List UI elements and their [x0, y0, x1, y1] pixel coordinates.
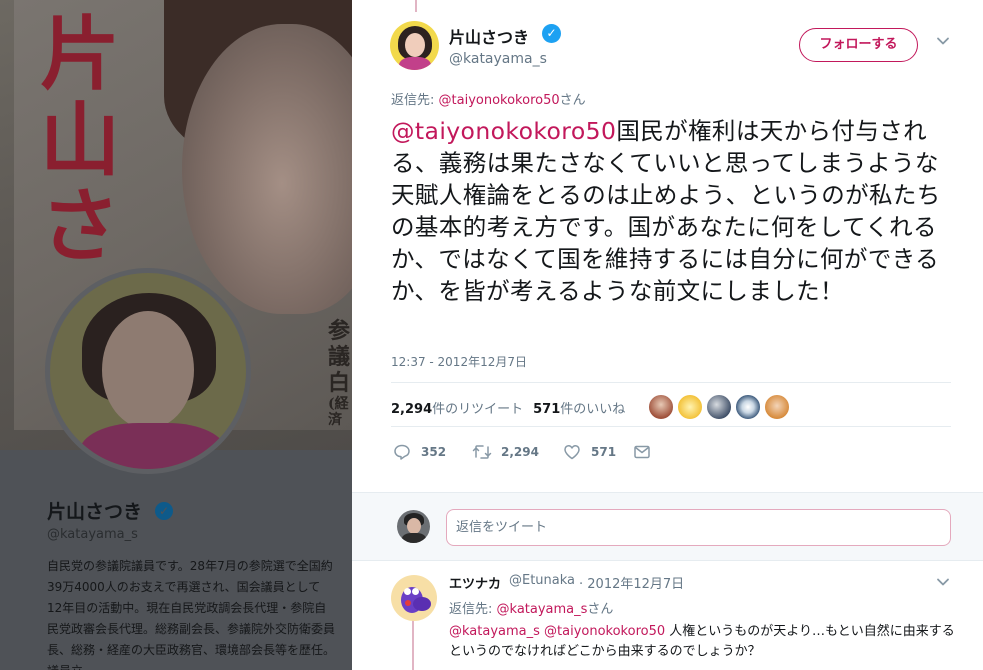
tweet-text: @taiyonokokoro50国民が権利は天から付与される、義務は果たさなくて…: [391, 115, 959, 307]
liker-avatar[interactable]: [735, 394, 761, 420]
profile-background: 片 山 さ 参議 白 (経済 片山さつき ✓ @katayama_s 自民党の参…: [0, 0, 352, 670]
reply-action[interactable]: 352: [393, 443, 453, 461]
liker-avatar[interactable]: [764, 394, 790, 420]
like-count: 571: [591, 445, 617, 459]
reply-author-handle[interactable]: @Etunaka: [509, 573, 575, 588]
direct-message-action[interactable]: [633, 443, 653, 461]
avatar-face-shape: [102, 311, 194, 429]
profile-avatar[interactable]: [45, 268, 251, 474]
tweet-body: 国民が権利は天から付与される、義務は果たさなくていいと思ってしまうような天賦人権…: [391, 117, 941, 305]
reply-to-mention-link[interactable]: @taiyonokokoro50: [439, 93, 560, 108]
banner-caption-line: 参議: [328, 318, 351, 370]
avatar-clothing-shape: [399, 57, 431, 70]
avatar-clothing-shape: [402, 533, 426, 543]
message-icon: [634, 445, 650, 459]
avatar-eye-shape: [412, 588, 419, 595]
retweet-stat-count[interactable]: 2,294: [391, 402, 432, 417]
author-avatar[interactable]: [390, 21, 439, 70]
author-handle[interactable]: @katayama_s: [449, 51, 547, 67]
tweet-stats: 2,294件のリツイート 571件のいいね: [391, 398, 625, 417]
reply-date-text[interactable]: 2012年12月7日: [587, 577, 684, 592]
reply-input[interactable]: 返信をツイート: [446, 509, 951, 546]
avatar-clothing-shape: [80, 423, 226, 469]
avatar-face-shape: [405, 33, 425, 57]
like-action[interactable]: 571: [563, 443, 623, 461]
thread-line: [415, 0, 417, 12]
divider: [391, 426, 951, 427]
like-stat-count[interactable]: 571: [533, 402, 560, 417]
avatar-eye-shape: [404, 588, 411, 595]
reply-reply-to-line: 返信先: @katayama_sさん: [449, 598, 613, 617]
avatar-face-shape: [407, 518, 421, 534]
reply-to-suffix: さん: [559, 93, 586, 108]
current-user-avatar: [397, 510, 430, 543]
reply-mentions-link[interactable]: @katayama_s @taiyonokokoro50: [449, 624, 665, 639]
banner-kanji-3: さ: [40, 179, 120, 273]
tweet-mention-link[interactable]: @taiyonokokoro50: [391, 117, 616, 145]
avatar-spot-shape: [405, 600, 411, 606]
banner-caption-line: (経済: [328, 396, 349, 428]
verified-badge-icon: ✓: [155, 502, 173, 520]
retweet-count: 2,294: [501, 445, 539, 459]
profile-handle[interactable]: @katayama_s: [47, 527, 138, 542]
reply-author-name[interactable]: エツナカ: [449, 573, 501, 592]
reply-to-line: 返信先: @taiyonokokoro50さん: [391, 89, 586, 108]
follow-button[interactable]: フォローする: [799, 28, 918, 62]
thread-line: [412, 620, 414, 670]
chevron-down-icon[interactable]: [936, 575, 950, 589]
banner-caption-line: 白: [328, 370, 351, 396]
liker-avatar[interactable]: [677, 394, 703, 420]
reply-to-suffix: さん: [587, 602, 614, 617]
avatar-creature-shape: [413, 597, 431, 611]
heart-icon: [564, 445, 580, 460]
like-stat-label[interactable]: 件のいいね: [560, 402, 625, 417]
reply-tweet[interactable]: エツナカ @Etunaka · 2012年12月7日 返信先: @katayam…: [352, 562, 983, 670]
verified-badge-icon: ✓: [542, 24, 561, 43]
tweet-modal: 片山さつき ✓ @katayama_s フォローする 返信先: @taiyono…: [352, 0, 983, 670]
reply-to-prefix: 返信先:: [449, 602, 497, 617]
retweet-action[interactable]: 2,294: [472, 443, 552, 461]
retweet-stat-label[interactable]: 件のリツイート: [432, 402, 523, 417]
liker-avatar[interactable]: [706, 394, 732, 420]
divider: [391, 382, 951, 383]
reply-text: @katayama_s @taiyonokokoro50 人権というものが天より…: [449, 622, 957, 662]
reply-composer: 返信をツイート: [352, 492, 983, 561]
banner-kanji-2: 山: [40, 93, 120, 187]
tweet-timestamp[interactable]: 12:37 - 2012年12月7日: [391, 353, 527, 370]
reply-to-mention-link[interactable]: @katayama_s: [497, 602, 588, 617]
reply-icon: [394, 444, 410, 460]
banner-caption: 参議 白 (経済: [328, 318, 352, 428]
banner-kanji-1: 片: [40, 7, 120, 101]
author-name[interactable]: 片山さつき: [449, 24, 529, 48]
reply-date-separator: ·: [579, 577, 584, 592]
reply-to-prefix: 返信先:: [391, 93, 439, 108]
profile-name[interactable]: 片山さつき: [47, 497, 142, 524]
chevron-down-icon[interactable]: [936, 34, 950, 48]
reply-count: 352: [421, 445, 447, 459]
reply-author-avatar[interactable]: [391, 575, 437, 621]
reply-date[interactable]: · 2012年12月7日: [579, 573, 684, 592]
profile-bio: 自民党の参議院議員です。28年7月の参院選で全国約39万4000人のお支えで再選…: [47, 559, 336, 670]
liker-avatar[interactable]: [648, 394, 674, 420]
retweet-icon: [472, 445, 492, 459]
